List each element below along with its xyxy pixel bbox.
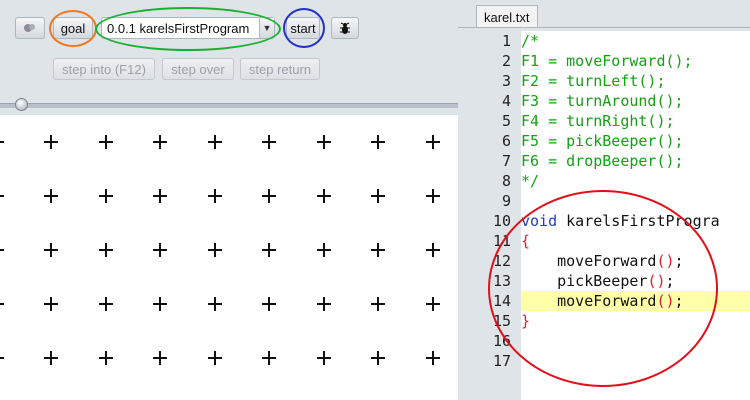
goal-highlight-circle (49, 10, 97, 47)
grid-corner-marker (371, 243, 385, 257)
code-line[interactable]: F1 = moveForward(); (521, 51, 750, 71)
line-number: 2 (501, 52, 511, 70)
code-editor-panel: karel.txt 1 2 3 4 5 6 7 8 9 10 11 12 13 14 15 16 17 /* F1… (458, 0, 750, 400)
step-into-label: step into (F12) (62, 61, 146, 77)
grid-corner-marker (316, 297, 331, 311)
program-select-highlight-circle (95, 7, 281, 51)
line-number: 10 (492, 212, 511, 230)
grid-corner-marker (425, 297, 440, 311)
grid-corner-marker (262, 243, 276, 257)
start-highlight-circle (283, 8, 325, 48)
grid-corner-marker (316, 351, 331, 365)
grid-corner-marker (262, 297, 276, 311)
grid-corner-marker (316, 243, 331, 257)
reset-button[interactable] (15, 17, 45, 39)
grid-corner-marker (262, 351, 276, 365)
step-over-button[interactable]: step over (162, 58, 234, 80)
line-number: 17 (492, 352, 511, 370)
code-line[interactable]: F3 = turnAround(); (521, 91, 750, 111)
step-return-label: step return (248, 61, 312, 77)
code-token: F3 = turnAround(); (521, 92, 684, 110)
reset-icon (24, 24, 35, 32)
grid-corner-marker (44, 351, 58, 365)
grid-corner-marker (0, 135, 4, 149)
grid-corner-marker (207, 351, 222, 365)
code-highlight-circle (488, 190, 718, 387)
grid-corner-marker (262, 135, 276, 149)
line-number: 4 (501, 92, 511, 110)
file-tab[interactable]: karel.txt (476, 5, 538, 28)
grid-corner-marker (207, 243, 222, 257)
karel-bug-button[interactable] (331, 17, 359, 39)
line-number: 6 (501, 132, 511, 150)
grid-corner-marker (0, 351, 4, 365)
grid-corner-marker (0, 243, 4, 257)
code-line[interactable]: /* (521, 31, 750, 51)
grid-corner-marker (425, 243, 440, 257)
line-number: 3 (501, 72, 511, 90)
karel-world-panel: goal 0.0.1 karelsFirstProgram ▼ start st… (0, 0, 458, 400)
grid-corner-marker (207, 135, 222, 149)
code-token: F2 = turnLeft(); (521, 72, 666, 90)
grid-corner-marker (98, 135, 113, 149)
bug-icon (340, 22, 350, 34)
code-token: F6 = dropBeeper(); (521, 152, 684, 170)
grid-corner-marker (153, 351, 167, 365)
code-line[interactable]: F5 = pickBeeper(); (521, 131, 750, 151)
grid-corner-marker (207, 297, 222, 311)
grid-corner-marker (44, 189, 58, 203)
code-token: F5 = pickBeeper(); (521, 132, 684, 150)
grid-corner-marker (98, 297, 113, 311)
tab-strip-divider (458, 27, 750, 28)
grid-corner-marker (44, 243, 58, 257)
grid-corner-marker (316, 189, 331, 203)
grid-corner-marker (98, 351, 113, 365)
code-token: /* (521, 32, 540, 50)
code-line[interactable]: */ (521, 171, 750, 191)
line-number: 9 (501, 192, 511, 210)
grid-corner-marker (153, 189, 167, 203)
step-over-label: step over (171, 61, 225, 77)
grid-corner-marker (153, 135, 167, 149)
grid-corner-marker (98, 189, 113, 203)
grid-corner-marker (371, 297, 385, 311)
line-number: 8 (501, 172, 511, 190)
grid-corner-marker (153, 243, 167, 257)
grid-corner-marker (425, 135, 440, 149)
grid-corner-marker (0, 189, 4, 203)
code-token: */ (521, 172, 540, 190)
code-token: F1 = moveForward(); (521, 52, 693, 70)
line-number: 1 (501, 32, 511, 50)
code-line[interactable]: F4 = turnRight(); (521, 111, 750, 131)
speed-slider-thumb[interactable] (14, 98, 28, 111)
step-into-button[interactable]: step into (F12) (53, 58, 155, 80)
grid-corner-marker (371, 189, 385, 203)
grid-corner-marker (44, 297, 58, 311)
grid-corner-marker (153, 297, 167, 311)
karel-world-grid (0, 115, 458, 400)
step-return-button[interactable]: step return (240, 58, 320, 80)
grid-corner-marker (44, 135, 58, 149)
grid-corner-marker (207, 189, 222, 203)
speed-slider-track[interactable] (0, 103, 458, 108)
grid-corner-marker (371, 351, 385, 365)
file-tab-label: karel.txt (484, 9, 530, 25)
grid-corner-marker (425, 351, 440, 365)
grid-corner-marker (425, 189, 440, 203)
grid-corner-marker (316, 135, 331, 149)
grid-corner-marker (98, 243, 113, 257)
code-line[interactable]: F6 = dropBeeper(); (521, 151, 750, 171)
grid-corner-marker (0, 297, 4, 311)
line-number: 5 (501, 112, 511, 130)
line-number: 7 (501, 152, 511, 170)
code-line[interactable]: F2 = turnLeft(); (521, 71, 750, 91)
code-token: F4 = turnRight(); (521, 112, 675, 130)
grid-corner-marker (262, 189, 276, 203)
grid-corner-marker (371, 135, 385, 149)
